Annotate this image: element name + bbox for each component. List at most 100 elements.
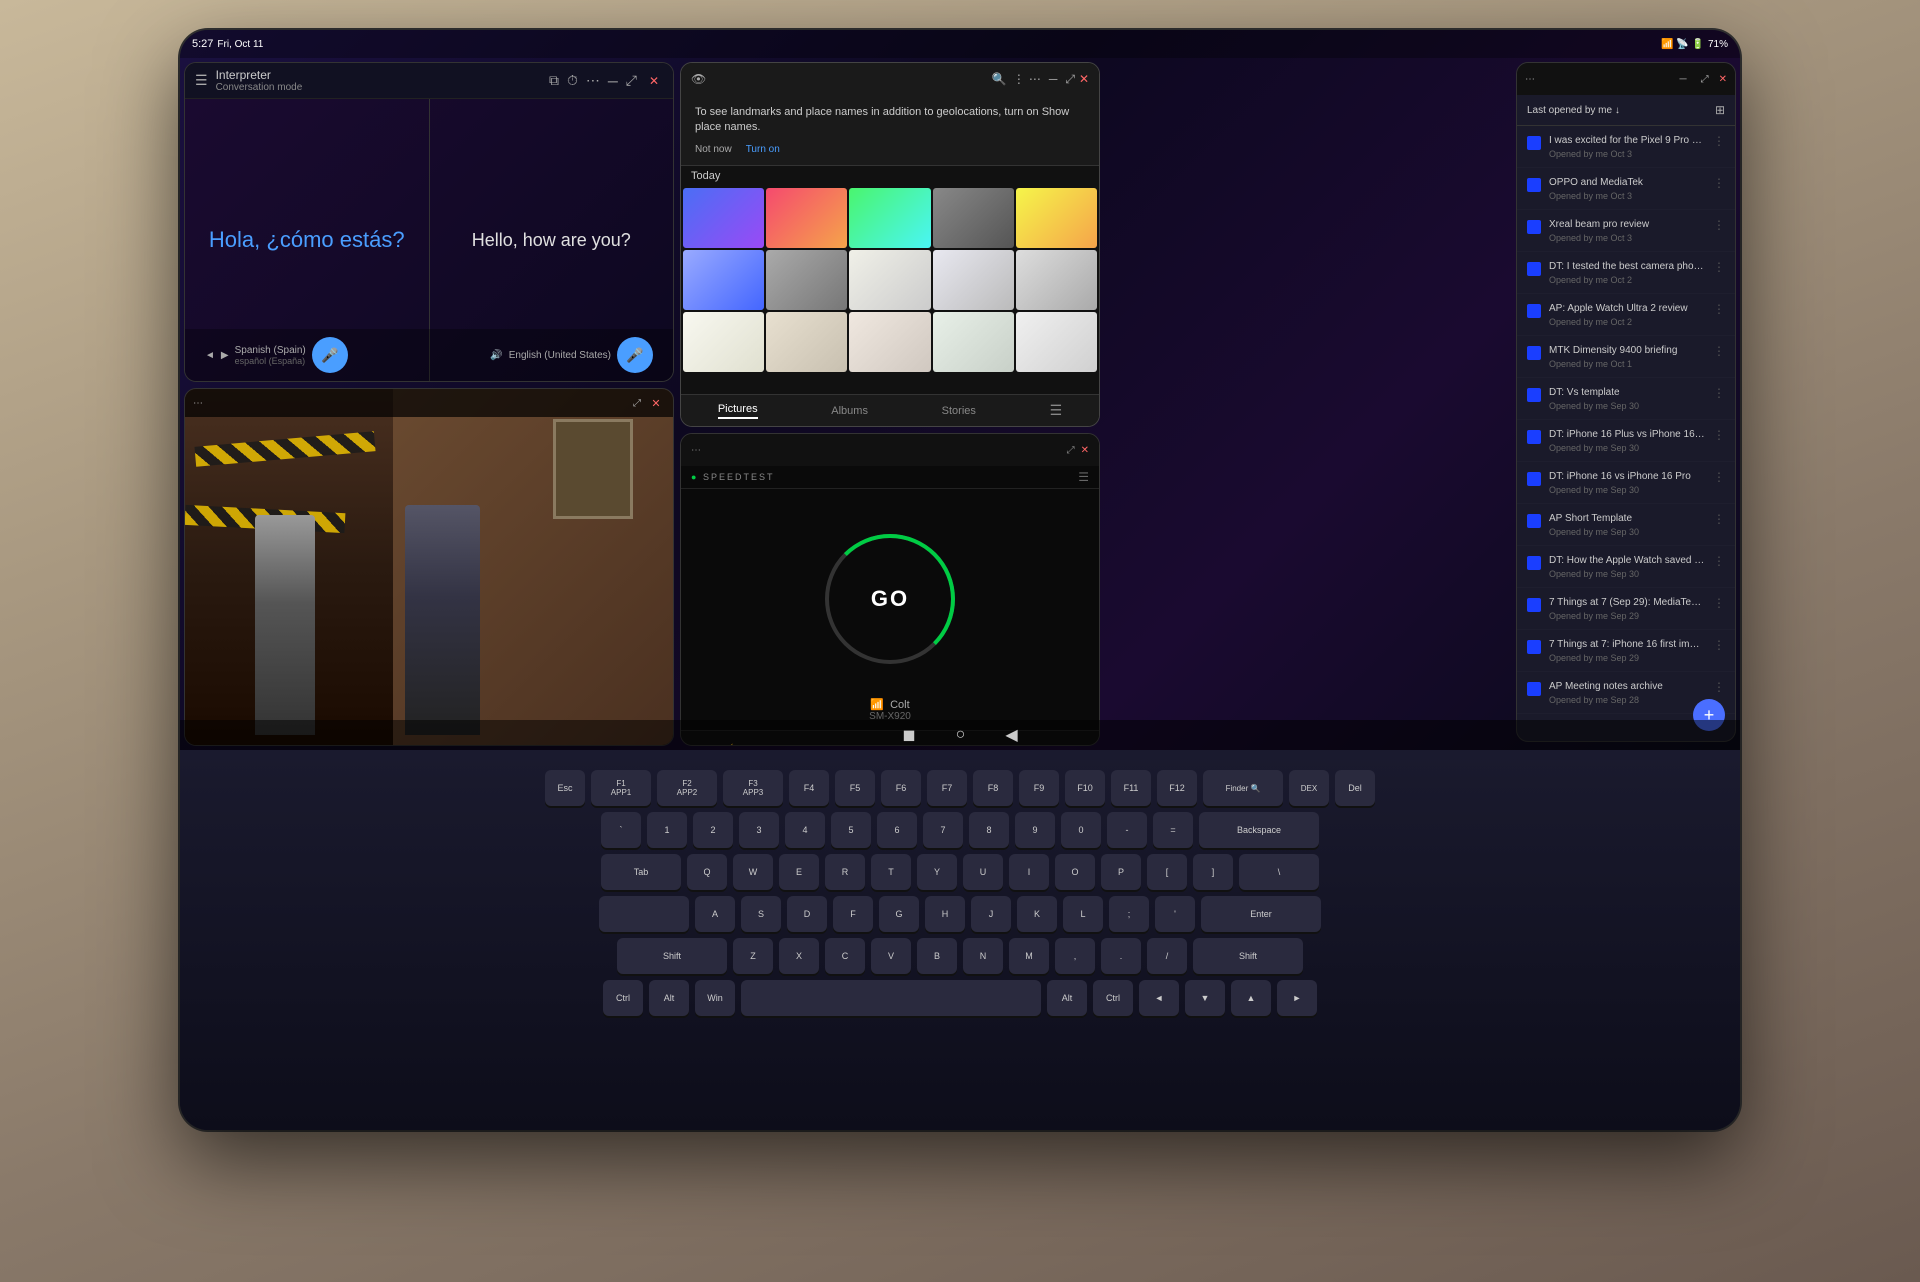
key-m[interactable]: M — [1009, 938, 1049, 974]
home-nav-button[interactable]: ○ — [956, 726, 966, 744]
recents-nav-button[interactable]: ◼ — [902, 725, 915, 745]
key-r[interactable]: R — [825, 854, 865, 890]
photo-thumb-5[interactable] — [1016, 188, 1097, 248]
key-y[interactable]: Y — [917, 854, 957, 890]
docs-item-12[interactable]: 7 Things at 7: iPhone 16 first impressio… — [1517, 630, 1735, 672]
key-n[interactable]: N — [963, 938, 1003, 974]
key-z[interactable]: Z — [733, 938, 773, 974]
photo-thumb-14[interactable] — [933, 312, 1014, 372]
video-dots-icon[interactable]: ⋯ — [193, 398, 627, 409]
key-q[interactable]: Q — [687, 854, 727, 890]
docs-close-icon[interactable]: ✕ — [1719, 74, 1727, 85]
docs-item-menu-6[interactable]: ⋮ — [1713, 386, 1725, 400]
speedtest-dots[interactable]: ⋯ — [691, 445, 1061, 456]
key-t[interactable]: T — [871, 854, 911, 890]
video-close-icon[interactable]: ✕ — [647, 394, 665, 412]
photos-tab-albums[interactable]: Albums — [831, 405, 868, 417]
prev-icon[interactable]: ◄ — [205, 350, 215, 361]
key-v[interactable]: V — [871, 938, 911, 974]
play-icon[interactable]: ▶ — [221, 350, 229, 361]
key-k[interactable]: K — [1017, 896, 1057, 932]
docs-dots[interactable]: ⋯ — [1525, 74, 1670, 85]
key-5[interactable]: 5 — [831, 812, 871, 848]
key-enter[interactable]: Enter — [1201, 896, 1321, 932]
turn-on-button[interactable]: Turn on — [746, 144, 780, 155]
docs-item-menu-7[interactable]: ⋮ — [1713, 428, 1725, 442]
expand-icon[interactable]: ⤢ — [626, 72, 637, 89]
photos-options-icon[interactable]: ⋯ — [1029, 72, 1041, 86]
docs-item-5[interactable]: MTK Dimensity 9400 briefing Opened by me… — [1517, 336, 1735, 378]
photo-thumb-15[interactable] — [1016, 312, 1097, 372]
photo-thumb-4[interactable] — [933, 188, 1014, 248]
speedtest-close[interactable]: ✕ — [1081, 445, 1089, 456]
key-d[interactable]: D — [787, 896, 827, 932]
key-arrow-up[interactable]: ▲ — [1231, 980, 1271, 1016]
more-options-icon[interactable]: ⋯ — [586, 72, 600, 89]
key-esc[interactable]: Esc — [545, 770, 585, 806]
key-capslock[interactable] — [599, 896, 689, 932]
docs-minimize[interactable]: ─ — [1680, 74, 1687, 85]
docs-item-4[interactable]: AP: Apple Watch Ultra 2 review Opened by… — [1517, 294, 1735, 336]
docs-item-menu-11[interactable]: ⋮ — [1713, 596, 1725, 610]
key-h[interactable]: H — [925, 896, 965, 932]
docs-item-menu-8[interactable]: ⋮ — [1713, 470, 1725, 484]
photo-thumb-1[interactable] — [683, 188, 764, 248]
key-semicolon[interactable]: ; — [1109, 896, 1149, 932]
photo-thumb-9[interactable] — [933, 250, 1014, 310]
key-tab[interactable]: Tab — [601, 854, 681, 890]
key-f5[interactable]: F5 — [835, 770, 875, 806]
key-ctrl-right[interactable]: Ctrl — [1093, 980, 1133, 1016]
photo-thumb-6[interactable] — [683, 250, 764, 310]
key-shift-right[interactable]: Shift — [1193, 938, 1303, 974]
key-i[interactable]: I — [1009, 854, 1049, 890]
key-arrow-down[interactable]: ▼ — [1185, 980, 1225, 1016]
key-alt-left[interactable]: Alt — [649, 980, 689, 1016]
docs-item-menu-9[interactable]: ⋮ — [1713, 512, 1725, 526]
right-mic-button[interactable]: 🎤 — [617, 337, 653, 373]
photos-more-icon[interactable]: ⋮ — [1013, 72, 1025, 86]
key-f4[interactable]: F4 — [789, 770, 829, 806]
key-ctrl-left[interactable]: Ctrl — [603, 980, 643, 1016]
docs-grid-icon[interactable]: ⊞ — [1715, 103, 1725, 117]
key-slash[interactable]: / — [1147, 938, 1187, 974]
key-f8[interactable]: F8 — [973, 770, 1013, 806]
photo-thumb-8[interactable] — [849, 250, 930, 310]
docs-item-6[interactable]: DT: Vs template Opened by me Sep 30 ⋮ — [1517, 378, 1735, 420]
docs-item-8[interactable]: DT: iPhone 16 vs iPhone 16 Pro Opened by… — [1517, 462, 1735, 504]
key-x[interactable]: X — [779, 938, 819, 974]
video-expand-icon[interactable]: ⤢ — [633, 398, 641, 409]
docs-item-9[interactable]: AP Short Template Opened by me Sep 30 ⋮ — [1517, 504, 1735, 546]
speedtest-go-circle[interactable]: GO — [825, 534, 955, 664]
key-backtick[interactable]: ` — [601, 812, 641, 848]
key-4[interactable]: 4 — [785, 812, 825, 848]
key-g[interactable]: G — [879, 896, 919, 932]
key-f9[interactable]: F9 — [1019, 770, 1059, 806]
docs-item-3[interactable]: DT: I tested the best camera phones in .… — [1517, 252, 1735, 294]
key-f10[interactable]: F10 — [1065, 770, 1105, 806]
key-backslash[interactable]: \ — [1239, 854, 1319, 890]
docs-item-menu-12[interactable]: ⋮ — [1713, 638, 1725, 652]
photos-hide-icon[interactable]: 👁 — [691, 72, 986, 86]
key-arrow-left[interactable]: ◄ — [1139, 980, 1179, 1016]
speaker-icon-right[interactable]: 🔊 — [490, 350, 502, 361]
key-e[interactable]: E — [779, 854, 819, 890]
photo-thumb-7[interactable] — [766, 250, 847, 310]
speedtest-menu-icon[interactable]: ☰ — [1078, 470, 1089, 484]
docs-item-menu-10[interactable]: ⋮ — [1713, 554, 1725, 568]
docs-item-menu-4[interactable]: ⋮ — [1713, 302, 1725, 316]
key-finder[interactable]: Finder 🔍 — [1203, 770, 1283, 806]
key-0[interactable]: 0 — [1061, 812, 1101, 848]
timer-icon[interactable]: ⏱ — [567, 72, 578, 89]
photo-thumb-3[interactable] — [849, 188, 930, 248]
photo-thumb-12[interactable] — [766, 312, 847, 372]
key-8[interactable]: 8 — [969, 812, 1009, 848]
speedtest-expand[interactable]: ⤢ — [1067, 445, 1075, 456]
key-backspace[interactable]: Backspace — [1199, 812, 1319, 848]
key-arrow-right[interactable]: ► — [1277, 980, 1317, 1016]
key-6[interactable]: 6 — [877, 812, 917, 848]
key-rbracket[interactable]: ] — [1193, 854, 1233, 890]
key-shift-left[interactable]: Shift — [617, 938, 727, 974]
docs-item-0[interactable]: I was excited for the Pixel 9 Pro Fold t… — [1517, 126, 1735, 168]
close-icon[interactable]: ✕ — [645, 72, 663, 90]
key-equals[interactable]: = — [1153, 812, 1193, 848]
